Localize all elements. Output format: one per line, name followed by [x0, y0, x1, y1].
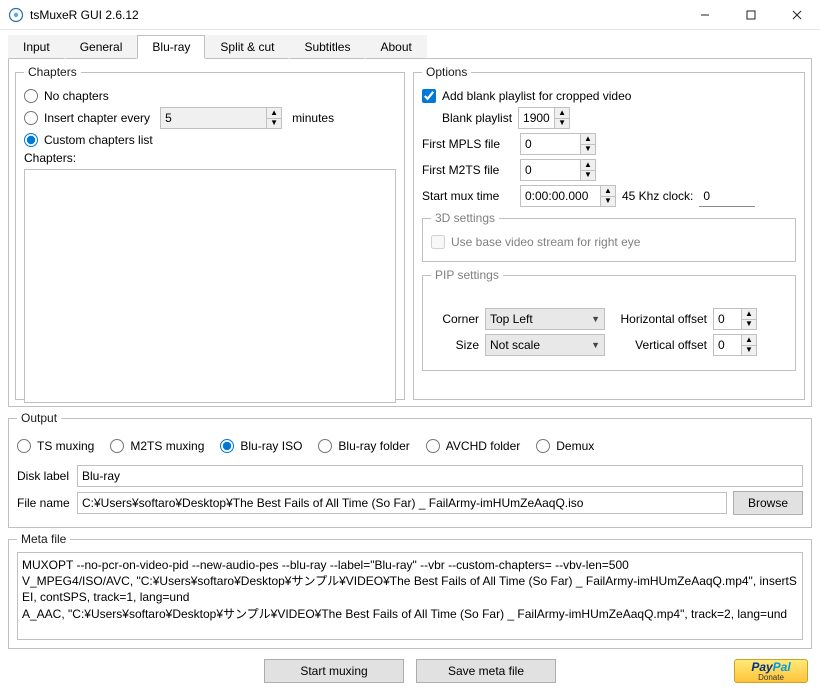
close-button[interactable]	[774, 0, 820, 30]
pip-voffset-value[interactable]	[713, 334, 741, 356]
3d-settings-legend: 3D settings	[431, 211, 499, 225]
tab-bluray[interactable]: Blu-ray	[137, 35, 205, 59]
m2ts-muxing-label: M2TS muxing	[130, 439, 204, 453]
pip-size-combo[interactable]: Not scale ▼	[485, 334, 605, 356]
tab-input[interactable]: Input	[8, 35, 65, 59]
bluray-iso-label: Blu-ray ISO	[240, 439, 302, 453]
paypal-donate-label: Donate	[758, 674, 784, 682]
pip-corner-label: Corner	[431, 312, 479, 326]
spinner-arrows[interactable]: ▲▼	[554, 107, 570, 129]
first-mpls-value[interactable]	[520, 133, 580, 155]
window-title: tsMuxeR GUI 2.6.12	[30, 8, 682, 22]
use-base-video-checkbox	[431, 235, 445, 249]
demux-label: Demux	[556, 439, 594, 453]
pip-size-label: Size	[431, 338, 479, 352]
first-m2ts-value[interactable]	[520, 159, 580, 181]
meta-file-group: Meta file MUXOPT --no-pcr-on-video-pid -…	[8, 532, 812, 649]
spinner-arrows[interactable]: ▲▼	[600, 185, 616, 207]
insert-every-label: Insert chapter every	[44, 111, 150, 125]
titlebar: tsMuxeR GUI 2.6.12	[0, 0, 820, 30]
file-name-label: File name	[17, 496, 71, 510]
tab-general[interactable]: General	[65, 35, 138, 59]
chevron-down-icon: ▼	[591, 314, 600, 324]
options-group: Options Add blank playlist for cropped v…	[413, 65, 805, 400]
output-legend: Output	[17, 411, 61, 425]
file-name-input[interactable]	[77, 492, 727, 514]
insert-every-radio[interactable]	[24, 111, 38, 125]
no-chapters-label: No chapters	[44, 89, 109, 103]
use-base-video-label: Use base video stream for right eye	[451, 235, 640, 249]
start-mux-spinner[interactable]: ▲▼	[520, 185, 616, 207]
maximize-button[interactable]	[728, 0, 774, 30]
pip-voffset-label: Vertical offset	[611, 338, 707, 352]
khz-label: 45 Khz clock:	[622, 189, 693, 203]
avchd-folder-label: AVCHD folder	[446, 439, 520, 453]
blank-playlist-spinner[interactable]: ▲▼	[518, 107, 570, 129]
custom-chapters-label: Custom chapters list	[44, 133, 153, 147]
disk-label-input[interactable]	[77, 465, 803, 487]
browse-button[interactable]: Browse	[733, 491, 803, 515]
meta-line: V_MPEG4/ISO/AVC, "C:¥Users¥softaro¥Deskt…	[22, 573, 798, 605]
tab-subtitles[interactable]: Subtitles	[289, 35, 365, 59]
custom-chapters-radio[interactable]	[24, 133, 38, 147]
bluray-folder-radio[interactable]	[318, 439, 332, 453]
pip-settings-group: PIP settings Corner Top Left ▼ Horizontal…	[422, 268, 796, 371]
start-mux-value[interactable]	[520, 185, 600, 207]
spinner-arrows[interactable]: ▲▼	[580, 133, 596, 155]
chapters-legend: Chapters	[24, 65, 81, 79]
3d-settings-group: 3D settings Use base video stream for ri…	[422, 211, 796, 262]
bluray-iso-radio[interactable]	[220, 439, 234, 453]
spinner-arrows[interactable]: ▲▼	[741, 308, 757, 330]
tab-body: Chapters No chapters Insert chapter ever…	[8, 58, 812, 407]
pip-corner-value: Top Left	[490, 312, 533, 326]
blank-playlist-label: Blank playlist	[442, 111, 512, 125]
pip-size-value: Not scale	[490, 338, 540, 352]
chapters-textarea-label: Chapters:	[24, 151, 396, 165]
pip-hoffset-label: Horizontal offset	[611, 312, 707, 326]
tab-split[interactable]: Split & cut	[205, 35, 289, 59]
spinner-arrows[interactable]: ▲▼	[266, 107, 282, 129]
khz-value[interactable]	[699, 185, 755, 207]
first-m2ts-label: First M2TS file	[422, 163, 514, 177]
meta-file-text[interactable]: MUXOPT --no-pcr-on-video-pid --new-audio…	[17, 552, 803, 640]
pip-corner-combo[interactable]: Top Left ▼	[485, 308, 605, 330]
pip-voffset-spinner[interactable]: ▲▼	[713, 334, 757, 356]
spinner-arrows[interactable]: ▲▼	[741, 334, 757, 356]
bluray-folder-label: Blu-ray folder	[338, 439, 409, 453]
pip-settings-legend: PIP settings	[431, 268, 503, 282]
footer: Start muxing Save meta file PayPal Donat…	[0, 649, 820, 689]
no-chapters-radio[interactable]	[24, 89, 38, 103]
first-mpls-spinner[interactable]: ▲▼	[520, 133, 596, 155]
minimize-button[interactable]	[682, 0, 728, 30]
chevron-down-icon: ▼	[591, 340, 600, 350]
demux-radio[interactable]	[536, 439, 550, 453]
insert-every-value[interactable]	[160, 107, 266, 129]
m2ts-muxing-radio[interactable]	[110, 439, 124, 453]
chapters-textarea[interactable]	[24, 169, 396, 403]
app-icon	[8, 7, 24, 23]
first-mpls-label: First MPLS file	[422, 137, 514, 151]
output-group: Output TS muxing M2TS muxing Blu-ray ISO…	[8, 411, 812, 528]
pip-hoffset-spinner[interactable]: ▲▼	[713, 308, 757, 330]
meta-file-legend: Meta file	[17, 532, 70, 546]
options-legend: Options	[422, 65, 471, 79]
ts-muxing-radio[interactable]	[17, 439, 31, 453]
add-blank-playlist-checkbox[interactable]	[422, 89, 436, 103]
insert-every-spinner[interactable]: ▲▼	[160, 107, 282, 129]
meta-line: MUXOPT --no-pcr-on-video-pid --new-audio…	[22, 557, 798, 573]
first-m2ts-spinner[interactable]: ▲▼	[520, 159, 596, 181]
minutes-label: minutes	[292, 111, 334, 125]
ts-muxing-label: TS muxing	[37, 439, 94, 453]
disk-label-label: Disk label	[17, 469, 71, 483]
spinner-arrows[interactable]: ▲▼	[580, 159, 596, 181]
blank-playlist-value[interactable]	[518, 107, 554, 129]
tab-strip: Input General Blu-ray Split & cut Subtit…	[0, 30, 820, 58]
pip-hoffset-value[interactable]	[713, 308, 741, 330]
start-mux-label: Start mux time	[422, 189, 514, 203]
avchd-folder-radio[interactable]	[426, 439, 440, 453]
meta-line: A_AAC, "C:¥Users¥softaro¥Desktop¥サンプル¥VI…	[22, 606, 798, 622]
add-blank-playlist-label: Add blank playlist for cropped video	[442, 89, 631, 103]
chapters-group: Chapters No chapters Insert chapter ever…	[15, 65, 405, 400]
tab-about[interactable]: About	[365, 35, 426, 59]
